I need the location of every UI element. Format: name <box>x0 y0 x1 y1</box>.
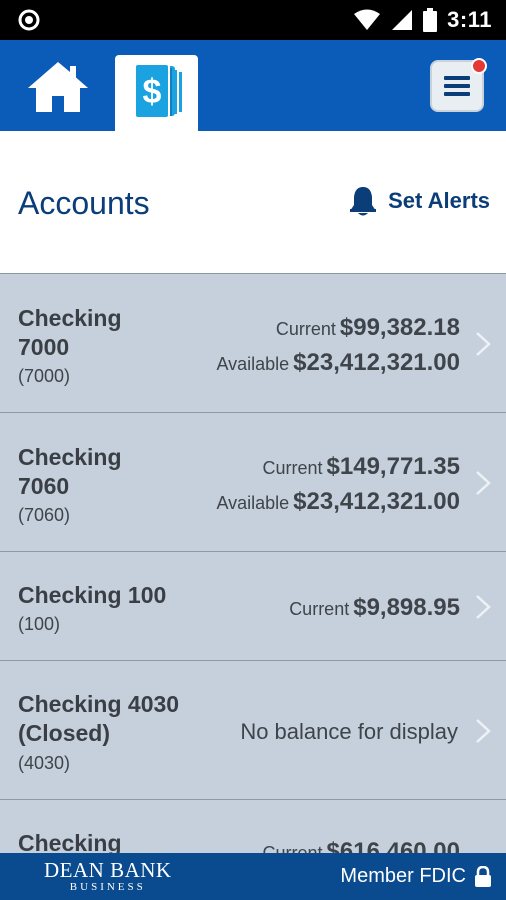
svg-text:$: $ <box>143 73 162 111</box>
menu-button[interactable] <box>428 58 488 114</box>
bell-icon <box>350 187 377 216</box>
account-name-line1: Checking <box>18 444 122 470</box>
account-name-line1: Checking 4030 <box>18 691 180 717</box>
wifi-icon <box>354 9 381 30</box>
account-row-7000[interactable]: Checking 7000 (7000) Current $99,382.18 … <box>0 274 506 413</box>
brand-main: DEAN BANK <box>44 858 172 882</box>
account-name-line1: Checking <box>18 305 122 331</box>
member-fdic: Member FDIC <box>340 865 492 888</box>
account-name-line2: 7060 <box>18 473 70 499</box>
account-name: Checking 4030 (Closed) <box>18 690 179 748</box>
dean-bank-logo: DEAN BANK BUSINESS <box>44 859 172 893</box>
account-name-line2: (Closed) <box>18 720 110 746</box>
available-amount: $23,412,321.00 <box>293 349 460 376</box>
current-balance: Current $149,771.35 <box>263 453 461 481</box>
set-alerts-button[interactable]: Set Alerts <box>348 185 490 217</box>
chevron-right-icon <box>476 332 491 356</box>
available-label: Available <box>216 354 290 374</box>
record-icon <box>18 9 40 31</box>
account-name: Checking 100 <box>18 582 167 608</box>
available-label: Available <box>216 493 290 513</box>
current-amount: $9,898.95 <box>353 594 460 621</box>
account-name: Checking <box>18 830 122 853</box>
available-balance: Available $23,412,321.00 <box>216 488 460 516</box>
chevron-right-icon <box>476 719 491 743</box>
current-label: Current <box>289 599 350 619</box>
current-balance: Current $616,460.00 <box>263 838 461 853</box>
home-icon[interactable] <box>24 58 92 116</box>
status-icons: 3:11 <box>353 6 492 34</box>
dollar-cards-icon: $ <box>134 63 182 119</box>
account-name: Checking 7000 <box>18 304 122 362</box>
current-label: Current <box>275 319 336 339</box>
fdic-label: Member FDIC <box>340 865 466 887</box>
hamburger-menu-icon <box>430 58 487 112</box>
current-balance: Current $99,382.18 <box>276 314 460 342</box>
account-row-partial[interactable]: Checking Current $616,460.00 <box>0 800 506 853</box>
account-row-100[interactable]: Checking 100 (100) Current $9,898.95 <box>0 552 506 661</box>
notification-badge <box>471 58 487 74</box>
current-balance: Current $9,898.95 <box>289 594 460 622</box>
current-amount: $149,771.35 <box>326 453 460 480</box>
current-amount: $99,382.18 <box>339 314 460 341</box>
lock-icon <box>475 865 491 887</box>
account-name-line2: 7000 <box>18 334 70 360</box>
available-balance: Available $23,412,321.00 <box>216 349 460 377</box>
available-amount: $23,412,321.00 <box>293 488 460 515</box>
account-row-7060[interactable]: Checking 7060 (7060) Current $149,771.35… <box>0 413 506 552</box>
chevron-right-icon <box>476 471 491 495</box>
chevron-right-icon <box>476 595 491 619</box>
account-number: (4030) <box>18 753 71 773</box>
signal-icon <box>392 10 413 30</box>
current-label: Current <box>262 458 323 478</box>
status-time: 3:11 <box>447 7 492 32</box>
footer: DEAN BANK BUSINESS Member FDIC <box>0 853 506 900</box>
set-alerts-label: Set Alerts <box>388 188 490 213</box>
account-row-4030[interactable]: Checking 4030 (Closed) (4030) No balance… <box>0 661 506 800</box>
tab-accounts[interactable]: $ <box>115 55 198 131</box>
current-amount: $616,460.00 <box>326 838 460 853</box>
account-number: (7000) <box>18 366 71 386</box>
account-number: (7060) <box>18 505 71 525</box>
battery-icon <box>423 8 438 32</box>
no-balance-text: No balance for display <box>240 719 458 744</box>
page-title: Accounts <box>18 185 150 221</box>
account-number: (100) <box>18 614 61 634</box>
page-heading: Accounts Set Alerts <box>0 131 506 273</box>
brand-sub: BUSINESS <box>69 881 146 893</box>
account-list[interactable]: Checking 7000 (7000) Current $99,382.18 … <box>0 273 506 853</box>
app-header: $ <box>0 40 506 131</box>
current-label: Current <box>262 843 323 853</box>
status-bar: 3:11 <box>0 0 506 40</box>
account-name: Checking 7060 <box>18 443 122 501</box>
